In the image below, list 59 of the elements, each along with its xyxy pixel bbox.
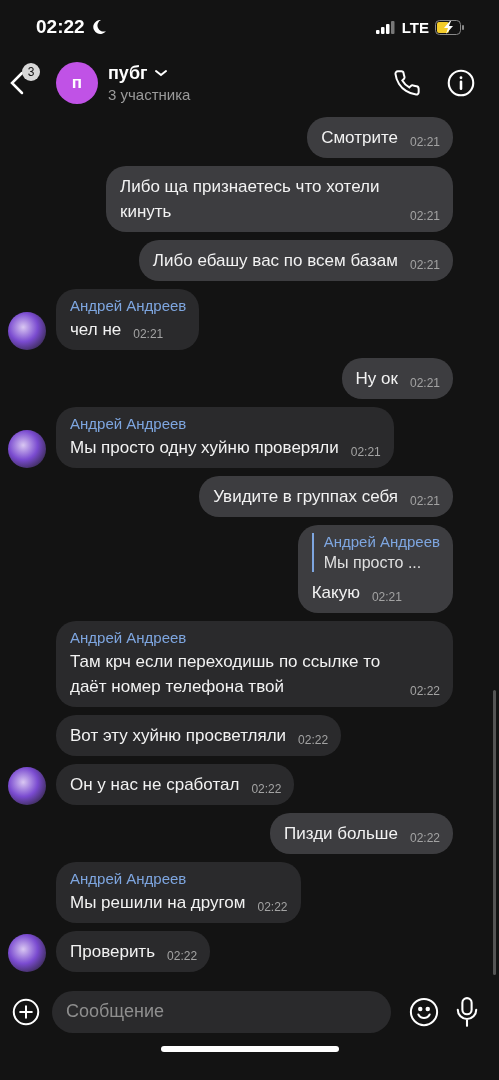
- plus-circle-icon: [12, 997, 40, 1026]
- signal-icon: [375, 20, 396, 35]
- message-text: Он у нас не сработал: [70, 774, 240, 797]
- message-time: 02:22: [409, 684, 440, 699]
- message-time: 02:21: [409, 135, 440, 150]
- message-text: Ну ок: [355, 368, 398, 391]
- user-avatar[interactable]: [8, 312, 46, 351]
- message-time: 02:22: [257, 900, 288, 915]
- message-text: Пизди больше: [284, 823, 398, 846]
- message-time: 02:21: [371, 590, 402, 605]
- message-text: Увидите в группах себя: [213, 486, 398, 509]
- message-text: Там крч если переходишь по ссылке то даёт номер телефона твой: [70, 651, 382, 699]
- message-input[interactable]: Сообщение: [52, 990, 391, 1033]
- message-text: Какую: [311, 582, 360, 605]
- message-time: 02:21: [409, 376, 440, 391]
- message-text: Либо ебашу вас по всем базам: [152, 250, 398, 273]
- message-text: Проверить: [70, 941, 156, 964]
- message-time: 02:21: [350, 445, 381, 460]
- moon-icon: [90, 19, 107, 36]
- smiley-icon: [409, 996, 439, 1027]
- chat-title[interactable]: пубг: [108, 62, 148, 84]
- message-time: 02:22: [167, 949, 198, 964]
- message-text: Мы решили на другом: [70, 892, 246, 915]
- sender-name: Андрей Андреев: [70, 629, 188, 647]
- sender-name: Андрей Андреев: [70, 415, 188, 433]
- unread-count-badge: 3: [22, 62, 40, 81]
- back-button[interactable]: 3: [10, 62, 46, 103]
- message-text: чел не: [70, 319, 122, 342]
- sender-name: Андрей Андреев: [70, 297, 187, 315]
- user-avatar[interactable]: [8, 767, 46, 806]
- members-count: 3 участника: [108, 85, 192, 103]
- clock-time: 02:22: [36, 16, 85, 39]
- user-avatar[interactable]: [8, 934, 46, 973]
- message-time: 02:22: [298, 733, 329, 748]
- message-text: Либо ща признаетесь что хотели кинуть: [120, 176, 381, 224]
- battery-charging-icon: [435, 19, 465, 35]
- user-avatar[interactable]: [8, 430, 46, 469]
- message-text: Вот эту хуйню просветляли: [70, 725, 287, 748]
- message-time: 02:22: [251, 782, 282, 797]
- network-label: LTE: [401, 18, 429, 36]
- message-time: 02:22: [409, 831, 440, 846]
- message-time: 02:21: [409, 494, 440, 509]
- info-icon: [447, 68, 475, 97]
- message-text: Мы просто одну хуйню проверяли: [70, 437, 339, 460]
- back-chevron-icon: [10, 70, 24, 95]
- message-time: 02:21: [409, 258, 440, 273]
- emoji-button[interactable]: [409, 996, 439, 1027]
- quoted-message[interactable]: Андрей Андреев Мы просто ...: [311, 533, 440, 573]
- message-time: 02:21: [409, 209, 440, 224]
- quoted-text: Мы просто ...: [323, 554, 423, 573]
- phone-icon: [393, 68, 421, 97]
- message-time: 02:21: [133, 327, 164, 342]
- attach-button[interactable]: [12, 997, 40, 1026]
- quoted-author: Андрей Андреев: [323, 533, 440, 551]
- sender-name: Андрей Андреев: [70, 870, 188, 888]
- message-text: Смотрите: [321, 127, 398, 150]
- chevron-down-icon[interactable]: [153, 68, 168, 79]
- microphone-icon: [455, 996, 479, 1027]
- group-avatar: п: [56, 61, 98, 104]
